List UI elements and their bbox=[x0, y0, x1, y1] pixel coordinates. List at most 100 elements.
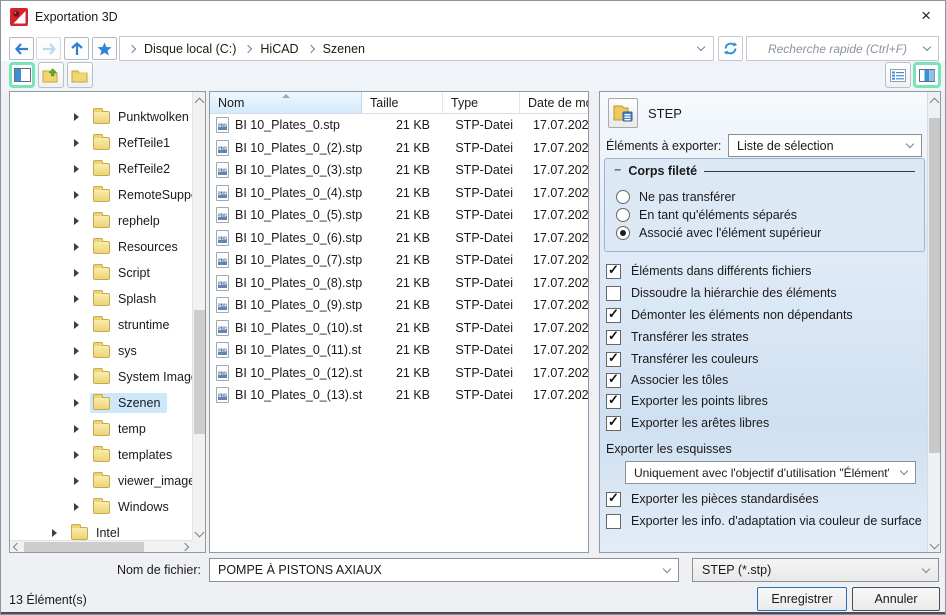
file-row[interactable]: STPBI 10_Plates_0_(8).stp21 KBSTP-Datei1… bbox=[210, 272, 588, 295]
checkbox-info-adaptation[interactable]: Exporter les info. d'adaptation via coul… bbox=[606, 512, 922, 530]
checkbox-icon[interactable] bbox=[606, 308, 621, 323]
expand-arrow-icon[interactable] bbox=[74, 269, 79, 277]
checkbox-icon[interactable] bbox=[606, 394, 621, 409]
column-header-name[interactable]: Nom bbox=[210, 92, 362, 113]
forward-button[interactable] bbox=[36, 37, 61, 60]
checkbox-icon[interactable] bbox=[606, 416, 621, 431]
file-row[interactable]: STPBI 10_Plates_0_(3).stp21 KBSTP-Datei1… bbox=[210, 159, 588, 182]
expand-arrow-icon[interactable] bbox=[74, 347, 79, 355]
file-row[interactable]: STPBI 10_Plates_0_(13).stp21 KBSTP-Datei… bbox=[210, 384, 588, 407]
file-row[interactable]: STPBI 10_Plates_0.stp21 KBSTP-Datei17.07… bbox=[210, 114, 588, 137]
tree-item-resources[interactable]: Resources bbox=[10, 234, 192, 260]
tree-item-script[interactable]: Script bbox=[10, 260, 192, 286]
up-button[interactable] bbox=[64, 37, 89, 60]
checkbox-icon[interactable] bbox=[606, 373, 621, 388]
scroll-up-icon[interactable] bbox=[195, 98, 205, 108]
tree-item-sys[interactable]: sys bbox=[10, 338, 192, 364]
chevron-down-icon[interactable] bbox=[697, 43, 705, 51]
breadcrumb-item-szenen[interactable]: Szenen bbox=[323, 42, 365, 56]
file-row[interactable]: STPBI 10_Plates_0_(11).stp21 KBSTP-Datei… bbox=[210, 339, 588, 362]
step-format-button[interactable] bbox=[608, 98, 638, 128]
radio-elements-separes[interactable]: En tant qu'éléments séparés bbox=[616, 206, 797, 224]
quick-search-combo[interactable] bbox=[746, 36, 939, 61]
scrollbar-thumb[interactable] bbox=[24, 542, 144, 552]
checkbox-transferer-couleurs[interactable]: Transférer les couleurs bbox=[606, 350, 758, 368]
tree-item-rephelp[interactable]: rephelp bbox=[10, 208, 192, 234]
checkbox-pieces-standardisees[interactable]: Exporter les pièces standardisées bbox=[606, 490, 819, 508]
file-row[interactable]: STPBI 10_Plates_0_(2).stp21 KBSTP-Datei1… bbox=[210, 137, 588, 160]
scroll-down-icon[interactable] bbox=[930, 540, 940, 550]
chevron-down-icon[interactable] bbox=[923, 43, 931, 51]
expand-arrow-icon[interactable] bbox=[74, 165, 79, 173]
checkbox-icon[interactable] bbox=[606, 352, 621, 367]
tree-item-viewer-images[interactable]: viewer_images bbox=[10, 468, 192, 494]
checkbox-transferer-strates[interactable]: Transférer les strates bbox=[606, 328, 749, 346]
new-folder-button[interactable] bbox=[67, 62, 93, 88]
radio-ne-pas-transferer[interactable]: Ne pas transférer bbox=[616, 188, 736, 206]
scroll-right-icon[interactable] bbox=[181, 543, 189, 551]
tree-item-splash[interactable]: Splash bbox=[10, 286, 192, 312]
scroll-left-icon[interactable] bbox=[13, 543, 21, 551]
back-button[interactable] bbox=[9, 37, 34, 60]
file-row[interactable]: STPBI 10_Plates_0_(6).stp21 KBSTP-Datei1… bbox=[210, 227, 588, 250]
tree-item-intel[interactable]: Intel bbox=[10, 520, 192, 540]
tree-item-szenen[interactable]: Szenen bbox=[10, 390, 192, 416]
search-input[interactable] bbox=[755, 42, 920, 56]
expand-arrow-icon[interactable] bbox=[74, 451, 79, 459]
scroll-up-icon[interactable] bbox=[930, 98, 940, 108]
filename-combo[interactable] bbox=[209, 558, 679, 582]
checkbox-exporter-points-libres[interactable]: Exporter les points libres bbox=[606, 392, 768, 410]
checkbox-elements-fichiers[interactable]: Éléments dans différents fichiers bbox=[606, 262, 811, 280]
cancel-button[interactable]: Annuler bbox=[852, 587, 940, 611]
expand-arrow-icon[interactable] bbox=[74, 399, 79, 407]
tree-item-remotesupport[interactable]: RemoteSupport bbox=[10, 182, 192, 208]
save-button[interactable]: Enregistrer bbox=[757, 587, 847, 611]
file-row[interactable]: STPBI 10_Plates_0_(9).stp21 KBSTP-Datei1… bbox=[210, 294, 588, 317]
chevron-down-icon[interactable] bbox=[663, 564, 671, 572]
open-folder-button[interactable] bbox=[38, 62, 64, 88]
column-header-type[interactable]: Type bbox=[443, 92, 520, 113]
file-row[interactable]: STPBI 10_Plates_0_(10).stp21 KBSTP-Datei… bbox=[210, 317, 588, 340]
radio-icon[interactable] bbox=[616, 190, 630, 204]
details-view-button[interactable] bbox=[885, 62, 911, 88]
toggle-tree-panel-button[interactable] bbox=[9, 62, 35, 88]
scroll-down-icon[interactable] bbox=[195, 528, 205, 538]
export-sketches-combo[interactable]: Uniquement avec l'objectif d'utilisation… bbox=[625, 461, 916, 484]
tree-vertical-scrollbar[interactable] bbox=[192, 92, 205, 540]
radio-associe-element-superieur[interactable]: Associé avec l'élément supérieur bbox=[616, 224, 821, 242]
tree-item-refteile2[interactable]: RefTeile2 bbox=[10, 156, 192, 182]
checkbox-associer-toles[interactable]: Associer les tôles bbox=[606, 371, 728, 389]
expand-arrow-icon[interactable] bbox=[74, 503, 79, 511]
checkbox-icon[interactable] bbox=[606, 514, 621, 529]
tree-item-system-image[interactable]: System Image bbox=[10, 364, 192, 390]
expand-arrow-icon[interactable] bbox=[74, 425, 79, 433]
tree-horizontal-scrollbar[interactable] bbox=[10, 540, 192, 552]
expand-arrow-icon[interactable] bbox=[74, 243, 79, 251]
checkbox-demonter-elements[interactable]: Démonter les éléments non dépendants bbox=[606, 306, 853, 324]
expand-arrow-icon[interactable] bbox=[74, 113, 79, 121]
checkbox-icon[interactable] bbox=[606, 264, 621, 279]
favorites-button[interactable] bbox=[92, 37, 117, 60]
close-icon[interactable]: × bbox=[921, 6, 931, 26]
tree-item-refteile1[interactable]: RefTeile1 bbox=[10, 130, 192, 156]
refresh-button[interactable] bbox=[718, 36, 743, 61]
checkbox-icon[interactable] bbox=[606, 330, 621, 345]
expand-arrow-icon[interactable] bbox=[74, 217, 79, 225]
radio-icon[interactable] bbox=[616, 208, 630, 222]
breadcrumb-item-hicad[interactable]: HiCAD bbox=[260, 42, 298, 56]
filename-input[interactable] bbox=[218, 563, 658, 577]
panel-vertical-scrollbar[interactable] bbox=[927, 92, 940, 552]
expand-arrow-icon[interactable] bbox=[74, 295, 79, 303]
collapse-icon[interactable]: − bbox=[614, 163, 621, 177]
checkbox-dissoudre-hierarchie[interactable]: Dissoudre la hiérarchie des éléments bbox=[606, 284, 837, 302]
expand-arrow-icon[interactable] bbox=[74, 191, 79, 199]
radio-icon[interactable] bbox=[616, 226, 630, 240]
expand-arrow-icon[interactable] bbox=[74, 477, 79, 485]
expand-arrow-icon[interactable] bbox=[74, 321, 79, 329]
checkbox-exporter-aretes-libres[interactable]: Exporter les arêtes libres bbox=[606, 414, 769, 432]
checkbox-icon[interactable] bbox=[606, 492, 621, 507]
file-row[interactable]: STPBI 10_Plates_0_(7).stp21 KBSTP-Datei1… bbox=[210, 249, 588, 272]
file-row[interactable]: STPBI 10_Plates_0_(4).stp21 KBSTP-Datei1… bbox=[210, 182, 588, 205]
file-row[interactable]: STPBI 10_Plates_0_(12).stp21 KBSTP-Datei… bbox=[210, 362, 588, 385]
tree-item-windows[interactable]: Windows bbox=[10, 494, 192, 520]
